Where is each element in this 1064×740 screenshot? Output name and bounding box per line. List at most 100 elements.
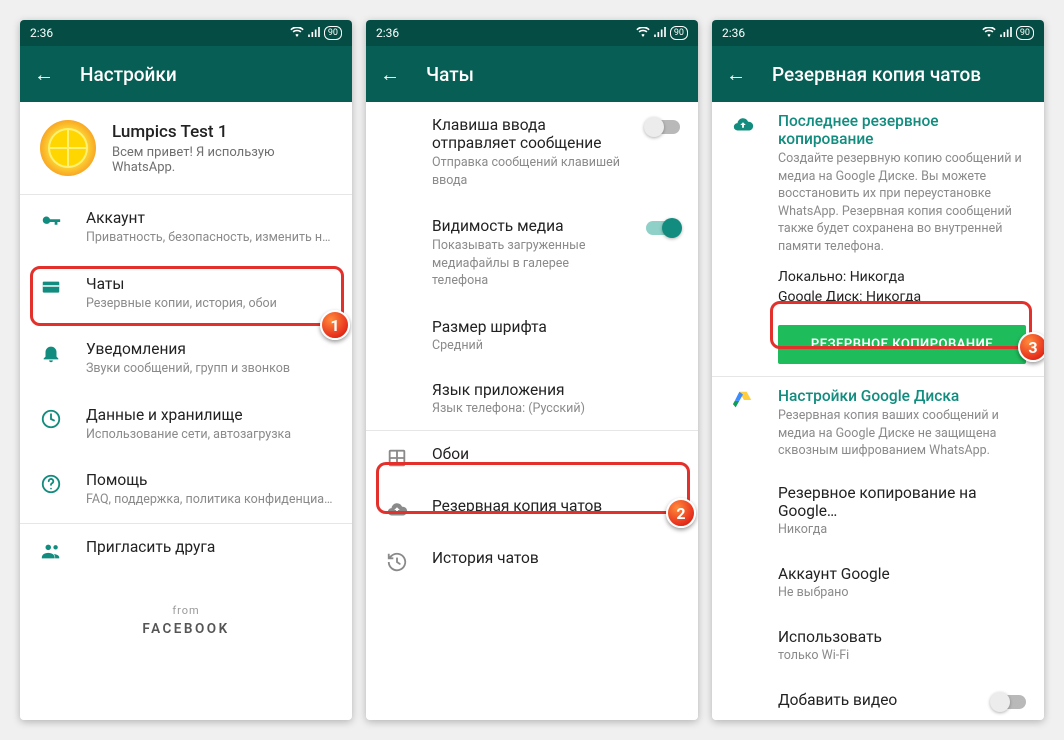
brand-label: FACEBOOK [20,621,352,637]
profile-status: Всем привет! Я использую WhatsApp. [112,145,336,175]
acct-sub: Не выбрано [778,585,1026,600]
help-sub: FAQ, поддержка, политика конфиденциальн… [86,491,334,509]
freq-title: Резервное копирование на Google… [778,484,1026,520]
backup-item-frequency[interactable]: Резервное копирование на Google… Никогда [712,470,1044,551]
signal-icon [308,27,320,40]
back-icon[interactable]: ← [34,62,54,87]
notif-title: Уведомления [86,340,334,358]
app-bar: ← Резервная копия чатов [712,46,1044,102]
phone-chats: 2:36 90 ← Чаты Клавиша ввода отправляет … [366,20,698,720]
media-sub: Показывать загруженные медиафайлы в гале… [432,237,622,290]
settings-item-help[interactable]: Помощь FAQ, поддержка, политика конфиден… [20,457,352,523]
last-drive: Google Диск: Никогда [778,289,1026,305]
chats-item-wallpaper[interactable]: Обои [366,431,698,483]
lang-title: Язык приложения [432,381,680,399]
backup-item-account[interactable]: Аккаунт Google Не выбрано [712,551,1044,614]
wifi-icon [290,27,304,40]
status-bar: 2:36 90 [20,20,352,46]
chats-item-backup[interactable]: Резервная копия чатов [366,483,698,535]
phone-backup: 2:36 90 ← Резервная копия чатов Последне… [712,20,1044,720]
account-title: Аккаунт [86,209,334,227]
freq-sub: Никогда [778,522,1026,537]
status-right: 90 [636,26,688,40]
settings-content: Lumpics Test 1 Всем привет! Я использую … [20,102,352,720]
backup-item-video[interactable]: Добавить видео [712,677,1044,721]
notif-sub: Звуки сообщений, групп и звонков [86,360,334,378]
profile-name: Lumpics Test 1 [112,122,336,142]
media-toggle[interactable] [646,221,680,235]
history-icon [386,551,408,573]
app-bar: ← Настройки [20,46,352,102]
last-heading: Последнее резервное копирование [778,112,1026,148]
gdrive-desc: Резервная копия ваших сообщений и медиа … [778,407,1026,460]
font-title: Размер шрифта [432,318,680,336]
font-sub: Средний [432,338,680,353]
media-title: Видимость медиа [432,217,622,235]
cloud-upload-icon [386,499,408,521]
enter-toggle[interactable] [646,120,680,134]
battery-icon: 90 [1016,26,1034,40]
account-sub: Приватность, безопасность, изменить номе… [86,229,334,247]
google-drive-icon [732,389,754,411]
backup-now-button[interactable]: РЕЗЕРВНОЕ КОПИРОВАНИЕ [778,325,1026,364]
profile-row[interactable]: Lumpics Test 1 Всем привет! Я использую … [20,102,352,194]
status-right: 90 [290,26,342,40]
chat-icon [40,277,62,299]
app-bar: ← Чаты [366,46,698,102]
clock: 2:36 [722,26,745,40]
enter-title: Клавиша ввода отправляет сообщение [432,116,622,152]
wifi-icon [982,27,996,40]
chats-sub: Резервные копии, история, обои [86,295,334,313]
signal-icon [1000,27,1012,40]
settings-item-data[interactable]: Данные и хранилище Использование сети, а… [20,392,352,458]
backup-title: Резервная копия чатов [432,497,680,515]
gdrive-heading: Настройки Google Диска [778,387,1026,405]
screen-title: Чаты [426,63,474,86]
status-bar: 2:36 90 [712,20,1044,46]
settings-item-chats[interactable]: Чаты Резервные копии, история, обои [20,261,352,327]
backup-content: Последнее резервное копирование Создайте… [712,102,1044,720]
wall-title: Обои [432,445,680,463]
battery-icon: 90 [324,26,342,40]
last-local: Локально: Никогда [778,269,1026,285]
wallpaper-icon [386,447,408,469]
signal-icon [654,27,666,40]
back-icon[interactable]: ← [380,62,400,87]
backup-item-network[interactable]: Использовать только Wi-Fi [712,614,1044,677]
chats-title: Чаты [86,275,334,293]
back-icon[interactable]: ← [726,62,746,87]
lang-sub: Язык телефона: (Русский) [432,401,680,416]
enter-sub: Отправка сообщений клавишей ввода [432,154,622,189]
wifi-icon [636,27,650,40]
data-title: Данные и хранилище [86,406,334,424]
chats-content: Клавиша ввода отправляет сообщение Отпра… [366,102,698,720]
status-bar: 2:36 90 [366,20,698,46]
phone-settings: 2:36 90 ← Настройки Lumpics Test 1 Всем … [20,20,352,720]
video-title: Добавить видео [778,691,968,709]
chats-item-lang[interactable]: Язык приложения Язык телефона: (Русский) [366,367,698,430]
last-desc: Создайте резервную копию сообщений и мед… [778,150,1026,255]
net-sub: только Wi-Fi [778,648,1026,663]
chats-item-media[interactable]: Видимость медиа Показывать загруженные м… [366,203,698,304]
from-label: from [20,604,352,617]
data-icon [40,408,62,430]
chats-item-font[interactable]: Размер шрифта Средний [366,304,698,367]
settings-item-notifications[interactable]: Уведомления Звуки сообщений, групп и зво… [20,326,352,392]
key-icon [40,211,62,233]
cloud-upload-icon [732,114,754,136]
settings-item-account[interactable]: Аккаунт Приватность, безопасность, измен… [20,195,352,261]
video-toggle[interactable] [992,695,1026,709]
chats-item-enter[interactable]: Клавиша ввода отправляет сообщение Отпра… [366,102,698,203]
chats-item-history[interactable]: История чатов [366,535,698,587]
screen-title: Резервная копия чатов [772,63,981,86]
clock: 2:36 [30,26,53,40]
status-right: 90 [982,26,1034,40]
invite-title: Пригласить друга [86,538,334,556]
people-icon [40,540,62,562]
settings-item-invite[interactable]: Пригласить друга [20,524,352,576]
gdrive-section: Настройки Google Диска Резервная копия в… [712,377,1044,470]
bell-icon [40,342,62,364]
help-title: Помощь [86,471,334,489]
screen-title: Настройки [80,63,177,86]
acct-title: Аккаунт Google [778,565,1026,583]
